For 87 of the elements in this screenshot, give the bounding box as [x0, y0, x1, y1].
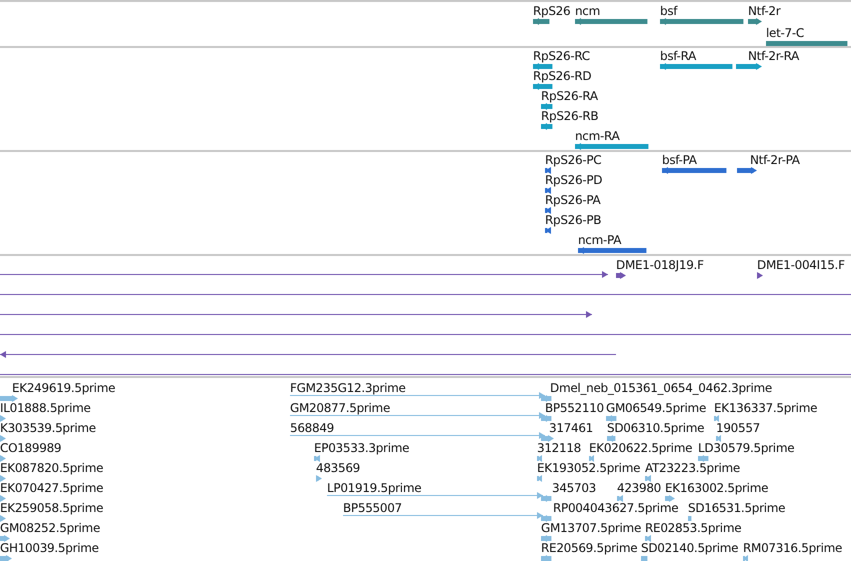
feature-label: EK136337.5prime: [714, 401, 818, 415]
feature-arrow: [0, 475, 6, 482]
feature-label: RpS26-RC: [533, 49, 590, 63]
feature-label: RP004043627.5prime: [553, 501, 678, 515]
feature-label: FGM235G12.3prime: [290, 381, 406, 395]
feature-arrow: [537, 475, 542, 482]
feature-label: RpS26-RA: [541, 89, 598, 103]
feature-label: BP555007: [343, 501, 402, 515]
feature-arrow: [645, 535, 651, 542]
feature-label: EK070427.5prime: [0, 481, 104, 495]
feature-arrow: [645, 475, 651, 482]
feature-label: RpS26-PB: [545, 213, 602, 227]
feature-label: IL01888.5prime: [0, 401, 91, 415]
feature-label: LD30579.5prime: [698, 441, 794, 455]
feature-label: CO189989: [0, 441, 62, 455]
feature-label: SD02140.5prime: [641, 541, 738, 555]
feature-label: Ntf-2r-RA: [748, 49, 800, 63]
feature-label: EK193052.5prime: [537, 461, 640, 475]
feature-label: RpS26-RB: [541, 109, 598, 123]
feature-arrow: [545, 167, 551, 174]
feature-label: RpS26: [533, 4, 570, 18]
feature-label: RM07316.5prime: [743, 541, 842, 555]
feature-label: Dmel_neb_015361_0654_0462.3prime: [550, 381, 772, 395]
feature-label: GM20877.5prime: [290, 401, 390, 415]
feature-label: 317461: [549, 421, 594, 435]
feature-arrow: [0, 395, 18, 402]
feature-label: GM08252.5prime: [0, 521, 100, 535]
feature-label: RE20569.5prime: [541, 541, 638, 555]
feature-label: EK163002.5prime: [665, 481, 768, 495]
feature-label: RE02853.5prime: [645, 521, 742, 535]
feature-arrow: [0, 435, 6, 442]
feature-label: let-7-C: [766, 26, 804, 40]
feature-label: DME1-004I15.F: [757, 258, 845, 272]
feature-label: RpS26-PA: [545, 193, 600, 207]
feature-arrow: [0, 495, 6, 502]
feature-arrow: [757, 272, 763, 279]
feature-arrow: [545, 227, 551, 234]
feature-label: AT23223.5prime: [645, 461, 740, 475]
feature-label: ncm-RA: [575, 129, 620, 143]
feature-label: K303539.5prime: [0, 421, 96, 435]
feature-arrow: [589, 455, 594, 462]
feature-arrow: [545, 207, 551, 214]
feature-label: 345703: [552, 481, 596, 495]
feature-label: bsf: [660, 4, 678, 18]
feature-label: bsf-RA: [660, 49, 696, 63]
feature-label: GH10039.5prime: [0, 541, 99, 555]
feature-label: ncm-PA: [578, 233, 622, 247]
feature-label: EK259058.5prime: [0, 501, 104, 515]
feature-label: EK087820.5prime: [0, 461, 104, 475]
feature-arrow: [616, 272, 626, 279]
feature-label: DME1-018J19.F: [616, 258, 704, 272]
feature-label: Ntf-2r: [748, 4, 780, 18]
feature-label: 190557: [716, 421, 760, 435]
feature-label: 483569: [316, 461, 360, 475]
feature-label: RpS26-PC: [545, 153, 602, 167]
feature-arrow: [617, 495, 623, 502]
feature-label: EK020622.5prime: [589, 441, 692, 455]
feature-arrow: [0, 555, 12, 561]
feature-label: bsf-PA: [662, 153, 697, 167]
feature-arrow: [743, 555, 748, 561]
feature-label: SD06310.5prime: [607, 421, 704, 435]
feature-arrow: [316, 475, 322, 482]
feature-label: SD16531.5prime: [688, 501, 786, 515]
feature-arrow: [716, 435, 721, 442]
feature-arrow: [537, 455, 542, 462]
feature-label: RpS26-RD: [533, 69, 592, 83]
feature-arrow: [0, 415, 6, 422]
feature-label: 312118: [537, 441, 582, 455]
feature-label: 568849: [290, 421, 334, 435]
feature-arrow: [545, 187, 551, 194]
feature-arrow: [714, 415, 719, 422]
feature-label: LP01919.5prime: [327, 481, 422, 495]
feature-label: ncm: [575, 4, 600, 18]
feature-label: GM13707.5prime: [541, 521, 642, 535]
feature-label: 423980: [617, 481, 662, 495]
feature-label: EP03533.3prime: [314, 441, 410, 455]
feature-label: EK249619.5prime: [12, 381, 116, 395]
feature-label: GM06549.5prime: [606, 401, 706, 415]
feature-arrow: [665, 495, 675, 502]
feature-arrow: [0, 535, 10, 542]
feature-arrow: [0, 515, 6, 522]
feature-label: Ntf-2r-PA: [750, 153, 800, 167]
feature-label: RpS26-PD: [545, 173, 602, 187]
feature-arrow: [737, 167, 757, 174]
feature-arrow: [0, 455, 6, 462]
feature-label: BP552110: [545, 401, 604, 415]
feature-arrow: [314, 455, 320, 462]
